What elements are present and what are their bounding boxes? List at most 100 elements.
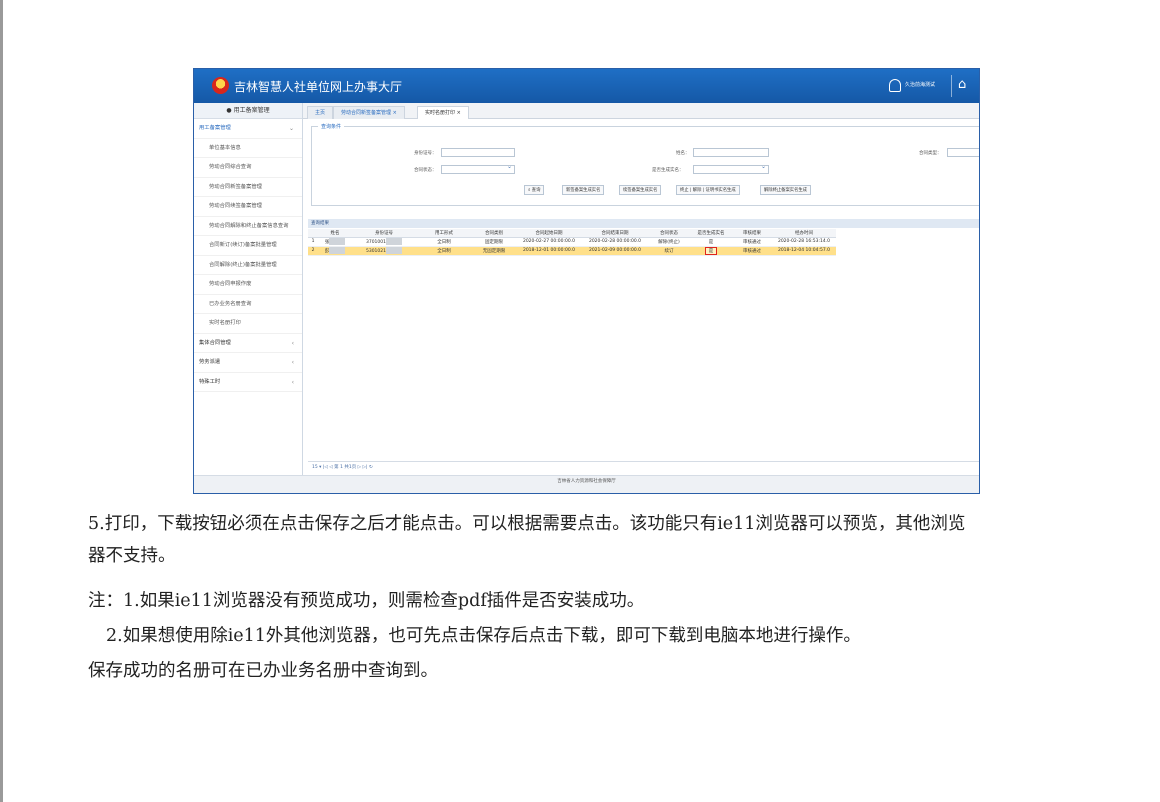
cell-text: 固定期限	[485, 239, 503, 245]
sidebar-item-label: 用工备案管理	[199, 125, 231, 131]
table-cell: 全日制	[416, 237, 472, 247]
column-header[interactable]: 是否生成实名	[690, 229, 732, 238]
sidebar-item-label: 合同新订(续订)备案批量管理	[209, 242, 277, 248]
query-legend: 查询条件	[318, 123, 345, 130]
cell-text: 续订	[664, 248, 674, 254]
user-icon[interactable]	[889, 79, 901, 92]
table-cell: 1	[308, 237, 318, 247]
name-input[interactable]	[693, 148, 769, 157]
cell-text: 是	[704, 246, 718, 255]
emblem-icon	[212, 77, 229, 94]
user-name[interactable]: 久治前海测试	[905, 81, 935, 88]
sidebar-item-label: 劳动合同续签备案管理	[209, 203, 262, 209]
pagination[interactable]: 15 ▾ |◁ ◁ 第 1 共1页 ▷ ▷| ↻	[308, 461, 979, 474]
id-number-input[interactable]	[441, 148, 515, 157]
note-line-3: 保存成功的名册可在已办业务名册中查询到。	[88, 661, 438, 681]
sidebar-item-7[interactable]: 合同解除(终止)备案批量管理	[194, 256, 302, 275]
sidebar-header: ● 用工备案管理	[194, 103, 302, 119]
table-cell: 审核通过	[732, 246, 772, 256]
column-header[interactable]: 合同起始日期	[516, 229, 582, 238]
sidebar-item-12[interactable]: 劳务派遣 ‹	[194, 353, 302, 373]
tab-home[interactable]: 主页	[307, 106, 334, 119]
sidebar-item-label: 合同解除(终止)备案批量管理	[209, 261, 277, 268]
terminate-realname-button[interactable]: 解除终止备案实名生成	[760, 185, 811, 195]
cell-text: 无固定期限	[482, 248, 506, 254]
contract-type-input[interactable]	[947, 148, 979, 157]
cell-text: 1	[311, 239, 315, 244]
sidebar-item-0[interactable]: 用工备案管理 ⌄	[194, 119, 302, 139]
sidebar-item-label: 实时名册打印	[209, 320, 241, 326]
cell-text: 2018-12-01 00:00:00.0	[522, 248, 576, 253]
sidebar-item-3[interactable]: 劳动合同新签备案管理	[194, 178, 302, 197]
note-line-2: 2.如果想使用除ie11外其他浏览器，也可先点击保存后点击下载，即可下载到电脑本…	[106, 626, 861, 646]
sidebar-item-13[interactable]: 特殊工时 ‹	[194, 373, 302, 392]
cell-text: 3701001	[365, 240, 387, 245]
table-cell: 解除(终止)	[648, 237, 690, 247]
table-row[interactable]: 2 彭 5301021 全日制 无固定期限 2018-12-01 00:00:00.0 20…	[308, 246, 836, 256]
cell-text: 2021-02-09 00:00:00.0	[588, 248, 642, 253]
app-footer: 吉林省人力资源和社会保障厅	[194, 475, 979, 493]
cell-text: 全日制	[437, 248, 451, 254]
contract-type-label: 合同类型：	[919, 151, 942, 156]
sidebar-item-label: 劳动合同综合查询	[209, 164, 252, 170]
contract-status-select[interactable]	[441, 163, 515, 174]
contract-status-label: 合同状态：	[414, 168, 437, 173]
cell-text: 审核通过	[743, 239, 761, 245]
sidebar-item-5[interactable]: 劳动合同解除和终止备案信息查询	[194, 217, 302, 236]
home-icon[interactable]: ⌂	[958, 78, 972, 92]
column-header[interactable]: 经办时间	[772, 229, 836, 238]
terminate-certificate-button[interactable]: 终止 | 解除 | 证明书实名生成	[676, 185, 740, 195]
redaction-blur	[329, 247, 346, 254]
results-title: 查询结果	[308, 219, 979, 228]
sidebar-item-label: 特殊工时	[199, 378, 221, 385]
redaction-blur	[386, 238, 403, 245]
sidebar-header-icon: ●	[226, 107, 234, 114]
cell-text: 2020-02-28 16:53:14.0	[777, 239, 831, 244]
table-cell: 固定期限	[472, 237, 516, 247]
cell-text: 全日制	[437, 239, 451, 245]
table-cell: 是	[690, 246, 732, 256]
sidebar-item-8[interactable]: 劳动合同申报作废	[194, 275, 302, 295]
table-cell: 续订	[648, 246, 690, 256]
table-row[interactable]: 1 张 3701001 全日制 固定期限 2020-02-27 00:00:00.0 202…	[308, 237, 836, 247]
chevron-left-icon: ‹	[291, 339, 294, 347]
renew-realname-button[interactable]: 续签备案生成实名	[619, 185, 662, 195]
chevron-left-icon: ‹	[291, 359, 294, 366]
sidebar-item-9[interactable]: 已办业务名册查询	[194, 295, 302, 314]
column-header[interactable]: 用工形式	[416, 229, 472, 238]
sidebar-item-2[interactable]: 劳动合同综合查询	[194, 158, 302, 178]
table-cell: 2018-12-01 00:00:00.0	[516, 246, 582, 256]
sidebar-item-6[interactable]: 合同新订(续订)备案批量管理	[194, 236, 302, 256]
sidebar-item-label: 劳务派遣	[199, 359, 221, 365]
sidebar-item-label: 已办业务名册查询	[209, 300, 252, 307]
column-header[interactable]: 合同状态	[648, 229, 690, 238]
table-cell: 2018-12-04 10:04:57.0	[772, 246, 836, 256]
new-sign-realname-button[interactable]: 新签备案生成实名	[562, 185, 605, 195]
app-header: 吉林智慧人社单位网上办事大厅 久治前海测试 ⌂	[194, 69, 979, 103]
redaction-blur	[386, 247, 403, 254]
header-divider	[951, 75, 952, 97]
sidebar-item-4[interactable]: 劳动合同续签备案管理	[194, 197, 302, 217]
tab-contract-new[interactable]: 劳动合同新签备案管理 ×	[333, 106, 405, 119]
cell-text: 2	[311, 248, 315, 253]
table-cell: 2020-02-28 16:53:14.0	[772, 237, 836, 247]
column-header[interactable]: 姓名	[318, 229, 352, 238]
table-cell: 2020-02-27 00:00:00.0	[516, 237, 582, 247]
tab-realtime-print[interactable]: 实时名册打印 ×	[417, 106, 469, 119]
realname-label: 是否生成实名：	[652, 168, 684, 173]
query-button[interactable]: ⌕ 查询	[524, 185, 545, 195]
sidebar-item-11[interactable]: 集体合同管理 ‹	[194, 334, 302, 353]
sidebar-item-1[interactable]: 单位基本信息	[194, 139, 302, 158]
column-header[interactable]: 合同结束日期	[582, 229, 648, 238]
realname-select[interactable]	[693, 163, 769, 174]
column-header[interactable]: 审核结果	[732, 229, 772, 238]
column-header[interactable]: 身份证号	[352, 229, 416, 238]
sidebar-item-10[interactable]: 实时名册打印	[194, 314, 302, 334]
column-header[interactable]	[308, 229, 318, 238]
redaction-blur	[329, 238, 346, 245]
table-cell: 张	[318, 237, 352, 247]
sidebar-item-label: 劳动合同新签备案管理	[209, 183, 262, 190]
column-header[interactable]: 合同类别	[472, 229, 516, 238]
sidebar-item-label: 劳动合同申报作废	[209, 281, 252, 287]
instruction-line-1: 5.打印，下载按钮必须在点击保存之后才能点击。可以根据需要点击。该功能只有ie1…	[88, 514, 966, 534]
